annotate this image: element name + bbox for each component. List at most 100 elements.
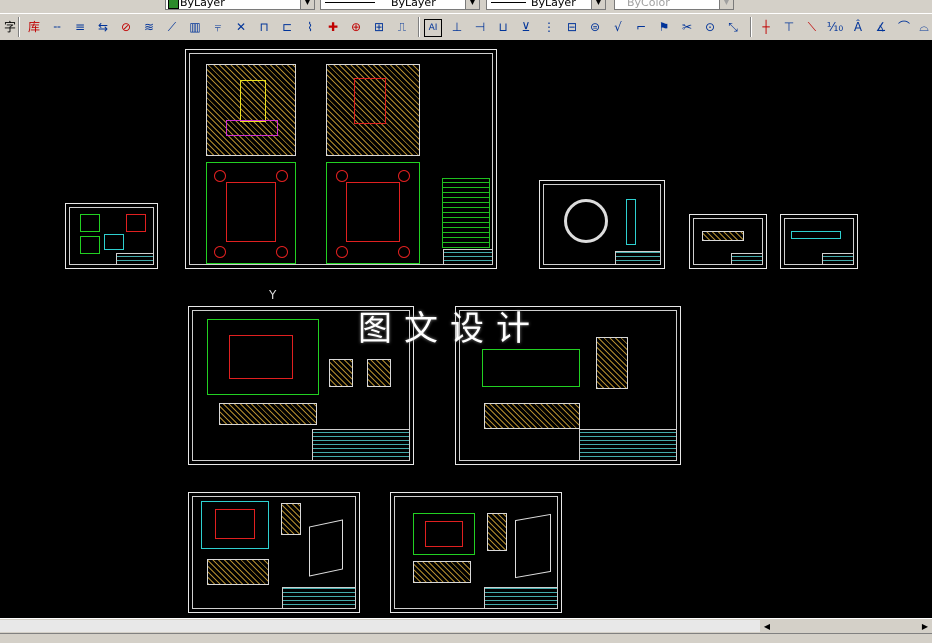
partial-label: 字	[3, 20, 16, 34]
library-button[interactable]: 库	[24, 17, 44, 37]
tenth-icon[interactable]: ⅒	[825, 17, 845, 37]
plate-section	[219, 403, 317, 425]
ring-part-sheet[interactable]	[539, 180, 665, 269]
no-entry-icon[interactable]: ⊘	[116, 17, 136, 37]
dimension-icon[interactable]: ⊥	[447, 17, 467, 37]
pocket-outline	[229, 335, 293, 379]
guide-pin	[214, 170, 226, 182]
lineweight-control[interactable]: ByLayer ▼	[486, 0, 606, 10]
flag-icon[interactable]: ⚑	[654, 17, 674, 37]
insert-section	[487, 513, 507, 551]
detail-section	[367, 359, 391, 387]
plotstyle-control[interactable]: ByColor ▼	[614, 0, 734, 10]
part-view	[104, 234, 124, 250]
align-icon[interactable]: ≡	[70, 17, 90, 37]
part-drawing-sheet-1[interactable]	[65, 203, 158, 269]
part-view	[126, 214, 146, 232]
properties-toolbar: ByLayer ▼ ByLayer ▼ ByLayer ▼ ByColor ▼	[0, 0, 932, 14]
weld-icon[interactable]: ⊔	[493, 17, 513, 37]
cross-icon[interactable]: ✕	[231, 17, 251, 37]
scroll-right-icon[interactable]: ▶	[918, 620, 932, 633]
ring-view	[564, 199, 608, 243]
lineweight-preview	[491, 2, 526, 3]
part-view	[80, 236, 100, 254]
chevron-down-icon[interactable]: ▼	[300, 0, 314, 9]
cavity-outline-right	[346, 182, 400, 242]
scrollbar-track[interactable]	[0, 620, 760, 632]
A-icon[interactable]: Â	[848, 17, 868, 37]
pin-icon[interactable]: ╌	[47, 17, 67, 37]
number-icon[interactable]: ⋮	[539, 17, 559, 37]
drawing-canvas[interactable]: Y 图文设计	[0, 40, 932, 618]
angle-icon[interactable]: ∡	[871, 17, 891, 37]
isometric-view	[309, 519, 343, 577]
guide-pin	[336, 170, 348, 182]
plate-plan-view	[482, 349, 580, 387]
linetype-preview	[325, 2, 375, 3]
ring-section	[626, 199, 636, 245]
tolerance-icon[interactable]: ⊣	[470, 17, 490, 37]
connect-icon[interactable]: ⇆	[93, 17, 113, 37]
gate-icon[interactable]: ⊏	[277, 17, 297, 37]
detail-section	[596, 337, 628, 389]
crosshair-icon[interactable]: ┼	[756, 17, 776, 37]
chevron-down-icon[interactable]: ▼	[591, 0, 605, 9]
marker-icon[interactable]: ⊙	[700, 17, 720, 37]
title-block	[731, 253, 763, 265]
surface-icon[interactable]: ⌓	[914, 17, 932, 37]
insert-cavity	[425, 521, 463, 547]
guide-pin	[276, 170, 288, 182]
scissors-icon[interactable]: ✂	[677, 17, 697, 37]
diagonal-icon[interactable]: ⟋	[162, 17, 182, 37]
plotstyle-value: ByColor	[627, 0, 670, 9]
title-block	[822, 253, 854, 265]
balloon-icon[interactable]: ⊜	[585, 17, 605, 37]
title-block	[312, 429, 410, 461]
lineweight-value: ByLayer	[531, 0, 576, 9]
layer-color-swatch	[168, 0, 179, 9]
assembly-drawing-sheet[interactable]	[185, 49, 497, 269]
part-view	[80, 214, 100, 232]
roughness-icon[interactable]: √	[608, 17, 628, 37]
insert-drawing-sheet-2[interactable]	[390, 492, 562, 613]
pipe-icon[interactable]: ⊓	[254, 17, 274, 37]
slash-icon[interactable]: ⟍	[802, 17, 822, 37]
text-style-icon[interactable]: AI	[424, 19, 442, 37]
chevron-down-icon[interactable]: ▼	[719, 0, 733, 9]
detail-section	[329, 359, 353, 387]
break-icon[interactable]: ⤡	[723, 17, 743, 37]
insert-section	[413, 561, 471, 583]
toolbar-separator	[750, 17, 752, 37]
layer-control[interactable]: ByLayer ▼	[165, 0, 315, 10]
datum-icon[interactable]: ⊻	[516, 17, 536, 37]
insert-icon[interactable]: ⊞	[369, 17, 389, 37]
spring-icon[interactable]: ≋	[139, 17, 159, 37]
part-drawing-sheet-3[interactable]	[780, 214, 858, 269]
ejector-icon[interactable]: ⫧	[208, 17, 228, 37]
insert-cavity	[215, 509, 255, 539]
table-icon[interactable]: ⊟	[562, 17, 582, 37]
bill-of-materials	[442, 178, 490, 248]
circle-target-icon[interactable]: ⊕	[346, 17, 366, 37]
horizontal-scrollbar[interactable]: ◀ ▶	[0, 618, 932, 634]
crosshair-icon[interactable]: ✚	[323, 17, 343, 37]
part-drawing-sheet-2[interactable]	[689, 214, 767, 269]
chevron-down-icon[interactable]: ▼	[465, 0, 479, 9]
scroll-left-icon[interactable]: ◀	[760, 620, 774, 633]
guide-pin	[398, 246, 410, 258]
centerline-icon[interactable]: ⊤	[779, 17, 799, 37]
title-block	[443, 249, 493, 265]
cavity-outline-left	[226, 182, 276, 242]
linetype-control[interactable]: ByLayer ▼	[320, 0, 480, 10]
slide-icon[interactable]: ⎍	[392, 17, 412, 37]
mold-base-icon[interactable]: ▥	[185, 17, 205, 37]
leader-icon[interactable]: ⌐	[631, 17, 651, 37]
insert-section	[281, 503, 301, 535]
part-section	[791, 231, 841, 239]
chamfer-icon[interactable]: ⌒	[894, 17, 914, 37]
insert-drawing-sheet-1[interactable]	[188, 492, 360, 613]
title-block	[116, 253, 154, 265]
cooling-icon[interactable]: ⌇	[300, 17, 320, 37]
watermark: 图文设计	[358, 309, 542, 349]
guide-pin	[398, 170, 410, 182]
